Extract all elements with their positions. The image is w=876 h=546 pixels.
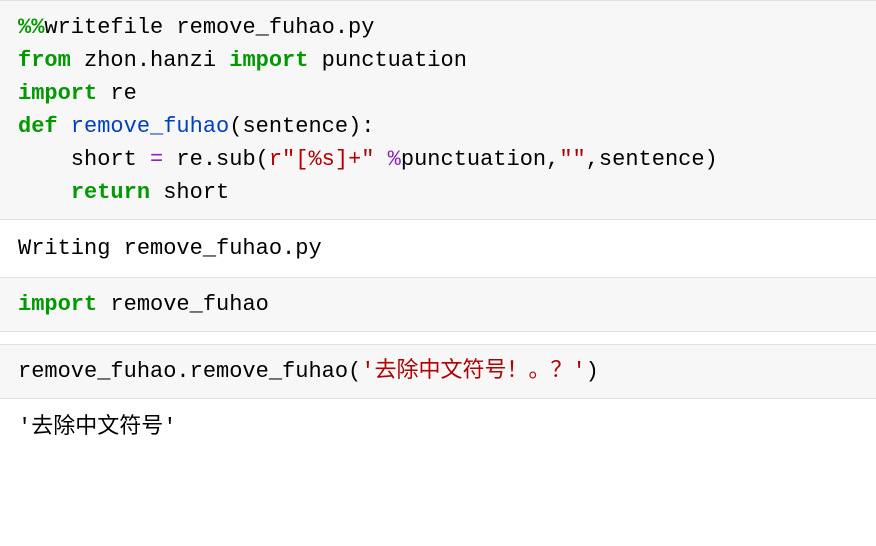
code-cell-2: import remove_fuhao: [0, 277, 876, 332]
module-path: zhon.hanzi: [71, 48, 229, 73]
call-suffix: ): [586, 359, 599, 384]
kw-from: from: [18, 48, 71, 73]
kw-import3: import: [18, 292, 97, 317]
op-pct: %: [374, 147, 400, 172]
magic-token: %%: [18, 15, 44, 40]
kw-return: return: [71, 180, 150, 205]
code-cell-3: remove_fuhao.remove_fuhao('去除中文符号！。？'): [0, 344, 876, 399]
magic-cmd: writefile remove_fuhao.py: [44, 15, 374, 40]
kw-import2: import: [18, 81, 97, 106]
import-module: remove_fuhao: [97, 292, 269, 317]
call-resub: re.sub(: [163, 147, 269, 172]
kw-import: import: [229, 48, 308, 73]
output-text-1: Writing remove_fuhao.py: [18, 232, 858, 265]
output-cell-3: '去除中文符号': [0, 399, 876, 456]
code-block-1: %%writefile remove_fuhao.py from zhon.ha…: [18, 11, 858, 209]
code-block-3: remove_fuhao.remove_fuhao('去除中文符号！。？'): [18, 355, 858, 388]
str-pattern: r"[%s]+": [269, 147, 375, 172]
output-cell-2-empty: [0, 332, 876, 344]
indent-return: [18, 180, 71, 205]
function-name: remove_fuhao: [58, 114, 230, 139]
args-rest2: ,sentence): [586, 147, 718, 172]
code-cell-1: %%writefile remove_fuhao.py from zhon.ha…: [0, 0, 876, 220]
args-rest1: punctuation,: [401, 147, 559, 172]
kw-def: def: [18, 114, 58, 139]
str-empty: "": [559, 147, 585, 172]
function-sig: (sentence):: [229, 114, 374, 139]
output-text-3: '去除中文符号': [18, 411, 858, 444]
call-prefix: remove_fuhao.remove_fuhao(: [18, 359, 361, 384]
call-arg: '去除中文符号！。？': [361, 359, 585, 384]
return-val: short: [150, 180, 229, 205]
code-block-2: import remove_fuhao: [18, 288, 858, 321]
line-assign: short: [18, 147, 150, 172]
import-re: re: [97, 81, 137, 106]
import-name: punctuation: [308, 48, 466, 73]
output-cell-1: Writing remove_fuhao.py: [0, 220, 876, 277]
op-eq: =: [150, 147, 163, 172]
